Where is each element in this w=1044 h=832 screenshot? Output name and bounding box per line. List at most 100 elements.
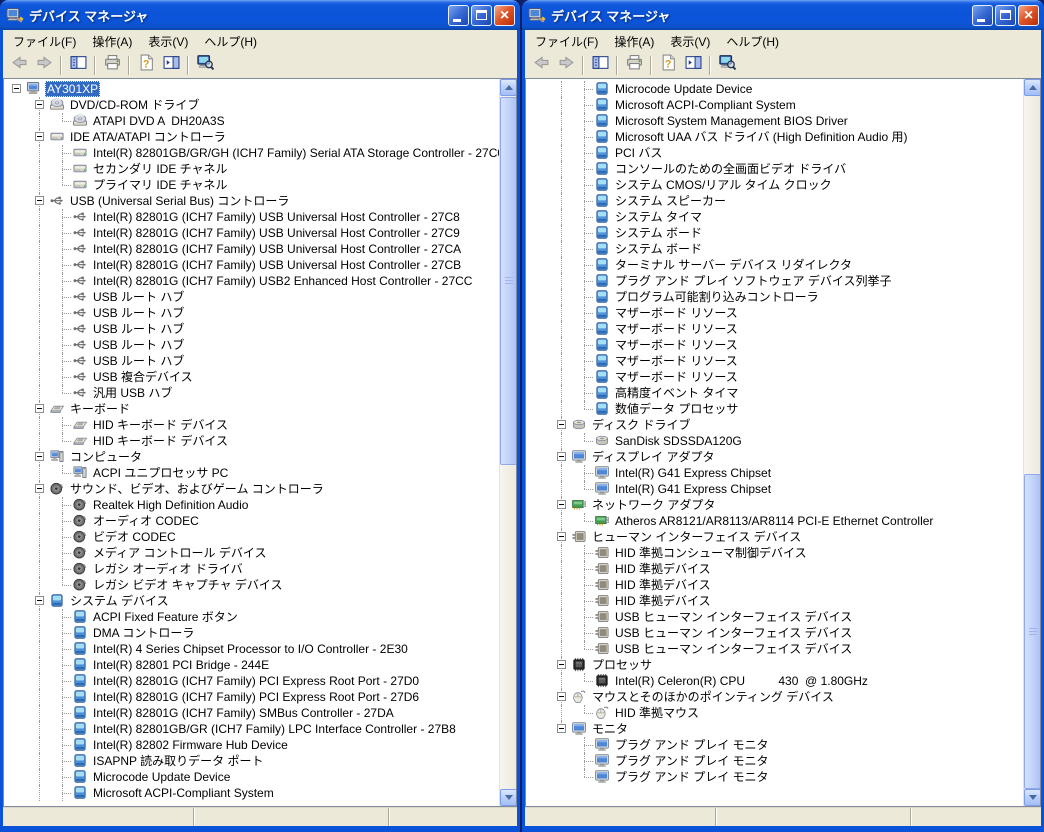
- tree-item-row[interactable]: Intel(R) G41 Express Chipset: [526, 481, 1023, 497]
- tree-item-row[interactable]: プラグ アンド プレイ モニタ: [526, 753, 1023, 769]
- device-tree[interactable]: Microcode Update DeviceMicrosoft ACPI-Co…: [526, 79, 1023, 806]
- tree-item-label[interactable]: Intel(R) 82801G (ICH7 Family) USB Univer…: [91, 257, 463, 273]
- tree-item-row[interactable]: HID 準拠デバイス: [526, 561, 1023, 577]
- tree-item-row[interactable]: Intel(R) 4 Series Chipset Processor to I…: [4, 641, 499, 657]
- show-action-pane-button[interactable]: [159, 54, 183, 76]
- show-hide-console-tree-button[interactable]: [66, 54, 90, 76]
- tree-item-label[interactable]: システム タイマ: [613, 209, 704, 225]
- tree-item-row[interactable]: オーディオ CODEC: [4, 513, 499, 529]
- tree-item-label[interactable]: HID 準拠デバイス: [613, 561, 713, 577]
- scroll-up-button[interactable]: [500, 79, 517, 96]
- tree-item-row[interactable]: HID キーボード デバイス: [4, 417, 499, 433]
- tree-item-row[interactable]: メディア コントロール デバイス: [4, 545, 499, 561]
- tree-item-label[interactable]: ディスプレイ アダプタ: [590, 449, 717, 465]
- collapse-toggle[interactable]: [557, 660, 566, 669]
- tree-item-label[interactable]: プロセッサ: [590, 657, 654, 673]
- tree-item-row[interactable]: USB ヒューマン インターフェイス デバイス: [526, 625, 1023, 641]
- scrollbar-thumb[interactable]: [500, 97, 517, 465]
- tree-item-label[interactable]: 高精度イベント タイマ: [613, 385, 740, 401]
- tree-item-label[interactable]: HID 準拠コンシューマ制御デバイス: [613, 545, 809, 561]
- tree-item-label[interactable]: コンピュータ: [68, 449, 144, 465]
- tree-item-label[interactable]: 汎用 USB ハブ: [91, 385, 174, 401]
- forward-button[interactable]: [32, 54, 56, 76]
- tree-item-row[interactable]: 数値データ プロセッサ: [526, 401, 1023, 417]
- back-button[interactable]: [529, 54, 553, 76]
- tree-item-label[interactable]: マザーボード リソース: [613, 337, 740, 353]
- vertical-scrollbar[interactable]: [499, 79, 516, 806]
- tree-item-label[interactable]: ビデオ CODEC: [91, 529, 178, 545]
- show-action-pane-button[interactable]: [681, 54, 705, 76]
- tree-item-label[interactable]: システム ボード: [613, 241, 704, 257]
- tree-item-row[interactable]: USB ルート ハブ: [4, 289, 499, 305]
- tree-item-row[interactable]: Intel(R) Celeron(R) CPU 430 @ 1.80GHz: [526, 673, 1023, 689]
- tree-item-label[interactable]: Microsoft ACPI-Compliant System: [91, 785, 276, 801]
- tree-category-row[interactable]: プロセッサ: [526, 657, 1023, 673]
- tree-item-label[interactable]: プラグ アンド プレイ モニタ: [613, 769, 771, 785]
- tree-item-row[interactable]: Intel(R) 82801G (ICH7 Family) USB Univer…: [4, 209, 499, 225]
- tree-item-row[interactable]: Microsoft UAA バス ドライバ (High Definition A…: [526, 129, 1023, 145]
- tree-item-row[interactable]: Microsoft ACPI-Compliant System: [526, 97, 1023, 113]
- tree-item-label[interactable]: ディスク ドライブ: [590, 417, 693, 433]
- close-button[interactable]: [494, 5, 515, 26]
- tree-item-row[interactable]: Atheros AR8121/AR8113/AR8114 PCI-E Ether…: [526, 513, 1023, 529]
- tree-item-label[interactable]: Intel(R) Celeron(R) CPU 430 @ 1.80GHz: [613, 673, 870, 689]
- collapse-toggle[interactable]: [557, 452, 566, 461]
- tree-item-label[interactable]: プラグ アンド プレイ ソフトウェア デバイス列挙子: [613, 273, 894, 289]
- tree-item-row[interactable]: PCI バス: [526, 145, 1023, 161]
- tree-item-label[interactable]: Intel(R) 82802 Firmware Hub Device: [91, 737, 290, 753]
- tree-item-label[interactable]: HID 準拠マウス: [613, 705, 701, 721]
- tree-item-row[interactable]: HID キーボード デバイス: [4, 433, 499, 449]
- tree-category-row[interactable]: DVD/CD-ROM ドライブ: [4, 97, 499, 113]
- tree-category-row[interactable]: IDE ATA/ATAPI コントローラ: [4, 129, 499, 145]
- tree-item-label[interactable]: メディア コントロール デバイス: [91, 545, 268, 561]
- tree-item-row[interactable]: HID 準拠コンシューマ制御デバイス: [526, 545, 1023, 561]
- tree-item-label[interactable]: Intel(R) 82801G (ICH7 Family) PCI Expres…: [91, 673, 421, 689]
- tree-item-row[interactable]: マザーボード リソース: [526, 369, 1023, 385]
- tree-item-row[interactable]: マザーボード リソース: [526, 305, 1023, 321]
- tree-item-label[interactable]: HID 準拠デバイス: [613, 593, 713, 609]
- tree-item-row[interactable]: Realtek High Definition Audio: [4, 497, 499, 513]
- tree-item-row[interactable]: マザーボード リソース: [526, 321, 1023, 337]
- menu-view[interactable]: 表示(V): [662, 30, 718, 53]
- tree-item-row[interactable]: セカンダリ IDE チャネル: [4, 161, 499, 177]
- scroll-up-button[interactable]: [1024, 79, 1041, 96]
- tree-item-label[interactable]: Microcode Update Device: [613, 81, 754, 97]
- tree-item-row[interactable]: システム スピーカー: [526, 193, 1023, 209]
- tree-item-label[interactable]: USB ルート ハブ: [91, 321, 186, 337]
- scrollbar-track[interactable]: [1024, 96, 1040, 789]
- collapse-toggle[interactable]: [35, 452, 44, 461]
- tree-item-label[interactable]: プラグ アンド プレイ モニタ: [613, 737, 771, 753]
- tree-item-row[interactable]: Microcode Update Device: [526, 81, 1023, 97]
- tree-item-row[interactable]: Intel(R) 82801G (ICH7 Family) USB Univer…: [4, 241, 499, 257]
- tree-item-label[interactable]: Microcode Update Device: [91, 769, 232, 785]
- tree-item-row[interactable]: プラグ アンド プレイ モニタ: [526, 737, 1023, 753]
- tree-item-row[interactable]: Intel(R) 82801GB/GR (ICH7 Family) LPC In…: [4, 721, 499, 737]
- tree-item-label[interactable]: Intel(R) 82801G (ICH7 Family) USB Univer…: [91, 209, 462, 225]
- show-hide-console-tree-button[interactable]: [588, 54, 612, 76]
- tree-item-row[interactable]: マザーボード リソース: [526, 353, 1023, 369]
- collapse-toggle[interactable]: [35, 484, 44, 493]
- tree-item-row[interactable]: プログラム可能割り込みコントローラ: [526, 289, 1023, 305]
- tree-item-label[interactable]: マザーボード リソース: [613, 305, 740, 321]
- tree-item-row[interactable]: Intel(R) 82801G (ICH7 Family) PCI Expres…: [4, 689, 499, 705]
- collapse-toggle[interactable]: [12, 84, 21, 93]
- tree-item-row[interactable]: プラグ アンド プレイ ソフトウェア デバイス列挙子: [526, 273, 1023, 289]
- tree-item-label[interactable]: Intel(R) G41 Express Chipset: [613, 465, 773, 481]
- tree-item-label[interactable]: USB ルート ハブ: [91, 289, 186, 305]
- tree-category-row[interactable]: コンピュータ: [4, 449, 499, 465]
- tree-item-row[interactable]: Intel(R) G41 Express Chipset: [526, 465, 1023, 481]
- tree-item-row[interactable]: 高精度イベント タイマ: [526, 385, 1023, 401]
- tree-item-label[interactable]: マザーボード リソース: [613, 369, 740, 385]
- tree-item-label[interactable]: USB ルート ハブ: [91, 305, 186, 321]
- tree-item-row[interactable]: USB ヒューマン インターフェイス デバイス: [526, 609, 1023, 625]
- scrollbar-track[interactable]: [500, 96, 516, 789]
- tree-category-row[interactable]: USB (Universal Serial Bus) コントローラ: [4, 193, 499, 209]
- tree-item-label[interactable]: システム CMOS/リアル タイム クロック: [613, 177, 834, 193]
- tree-item-label[interactable]: USB ヒューマン インターフェイス デバイス: [613, 609, 854, 625]
- tree-item-row[interactable]: Intel(R) 82801G (ICH7 Family) USB Univer…: [4, 225, 499, 241]
- tree-item-label[interactable]: システム ボード: [613, 225, 704, 241]
- tree-item-row[interactable]: 汎用 USB ハブ: [4, 385, 499, 401]
- tree-item-row[interactable]: USB 複合デバイス: [4, 369, 499, 385]
- tree-category-row[interactable]: サウンド、ビデオ、およびゲーム コントローラ: [4, 481, 499, 497]
- tree-item-label[interactable]: Intel(R) 82801 PCI Bridge - 244E: [91, 657, 271, 673]
